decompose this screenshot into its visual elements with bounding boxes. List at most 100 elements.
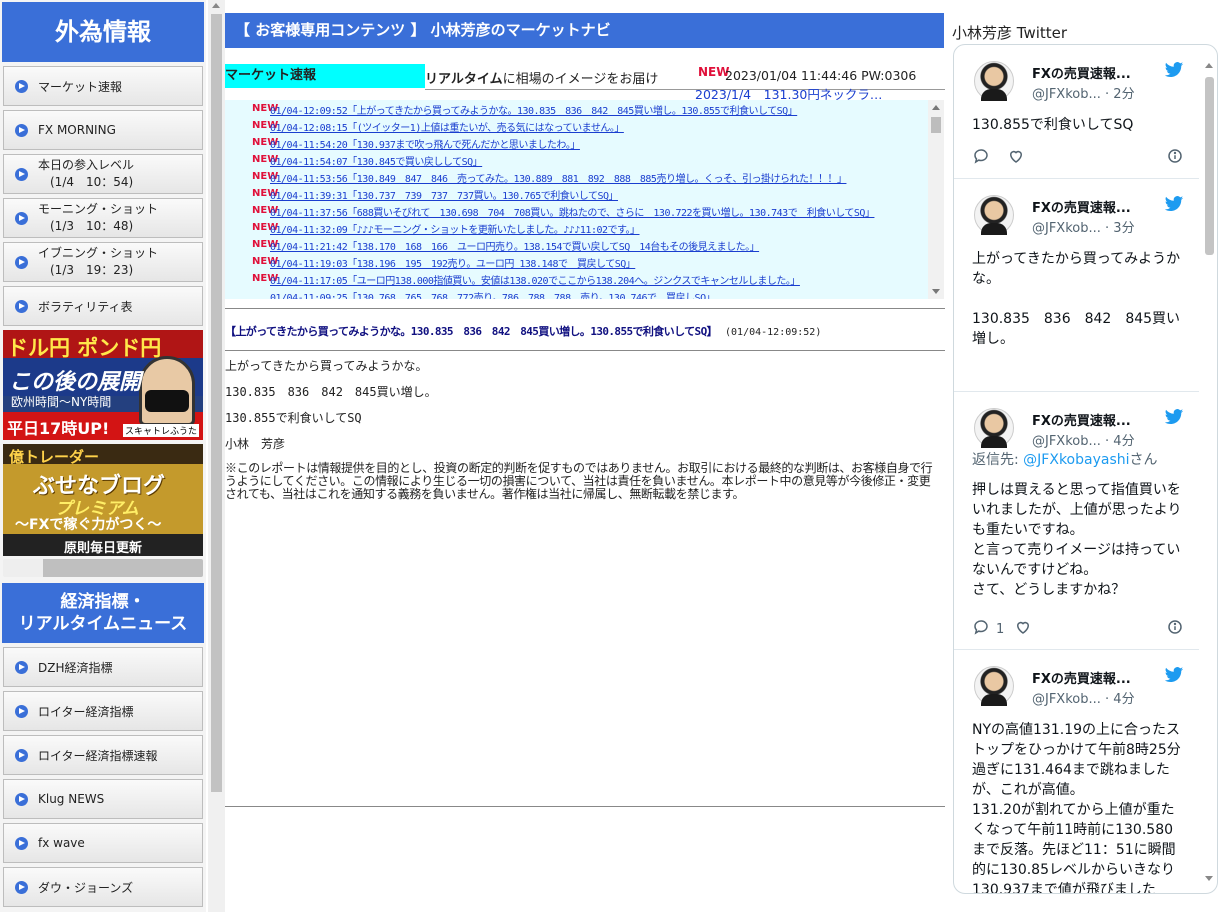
news-link[interactable]: 01/04-11:32:09「♪♪♪モーニング・ショットを更新いたしました。♪♪… [270,222,640,239]
tweet-author-name[interactable]: FXの売買速報... [1032,197,1131,216]
sidebar-scrollbar[interactable] [208,0,225,912]
sidebar-item-date: (1/3 10：48) [50,219,134,233]
avatar[interactable] [974,61,1014,101]
sidebar-item-fx-morning[interactable]: FX MORNING [3,110,203,150]
news-scrollbar[interactable] [928,100,944,299]
tweet-author-name[interactable]: FXの売買速報... [1032,63,1131,82]
twitter-panel: 小林芳彦 Twitter FXの売買速報... @JFXkob... · 2分 13… [952,0,1220,912]
tweet-time[interactable]: · 3分 [1105,221,1135,236]
tweet-author-handle[interactable]: @JFXkob... · 4分 [1032,688,1135,707]
tweet[interactable]: FXの売買速報... @JFXkob... · 4分 NYの高値131.19の上に合… [954,650,1199,893]
news-link[interactable]: 01/04-11:39:31「130.737 739 737 737買い。130… [270,188,619,205]
status-row: マーケット速報 リアルタイムに相場のイメージをお届け NEW 2023/01/0… [225,64,945,102]
sidebar-item-label: ロイター経済指標 [38,704,134,719]
report-author: 小林 芳彦 [225,437,286,451]
tweet-time[interactable]: · 2分 [1105,87,1135,102]
news-link[interactable]: 01/04-11:37:56「688買いそびれて 130.698 704 708… [270,205,875,222]
banner-usdjpy-outlook[interactable]: ドル円 ポンド円 この後の展開 欧州時間～NY時間 平日17時UP! スキャトレ… [3,330,203,440]
report-line: 上がってきたから買ってみようかな。 [225,359,428,373]
news-link[interactable]: 01/04-11:09:25「130.768 765 768 772売り。786… [270,290,716,299]
scroll-up-icon[interactable] [1205,63,1213,68]
twitter-bird-icon[interactable] [1164,667,1184,683]
news-list: NEW 01/04-12:09:52「上がってきたから買ってみようかな。130.8… [252,103,932,299]
news-link[interactable]: 01/04-11:17:05「ユーロ円138.000指値買い。安値は138.02… [270,273,800,290]
tweet-text: 上がってきたから買ってみようかな。 130.835 836 842 845買い増… [972,251,1181,347]
arrow-bullet-icon [15,660,28,674]
news-item: NEW 01/04-11:53:56「130.849 847 846 売ってみた。… [252,171,932,188]
twitter-bird-icon[interactable] [1164,196,1184,212]
tweet-time[interactable]: · 4分 [1105,692,1135,707]
reply-button[interactable]: 1 [972,618,1004,640]
handle-text: @JFXkob... [1032,692,1101,707]
sidebar-item-dzh[interactable]: DZH経済指標 [3,647,203,687]
info-button[interactable] [1166,618,1184,640]
timeline-scrollbar[interactable] [1203,61,1215,881]
sidebar-item-volatility[interactable]: ボラティリティ表 [3,286,203,326]
banner-tag: スキャトレふうた [122,424,199,437]
sidebar-item-label: ボラティリティ表 [38,299,133,314]
twitter-timeline[interactable]: FXの売買速報... @JFXkob... · 2分 130.855で利食いしてSQ… [953,44,1218,894]
sidebar-item-morning-shot[interactable]: モーニング・ショット (1/3 10：48) [3,198,203,238]
news-item: NEW 01/04-11:37:56「688買いそびれて 130.698 704 … [252,205,932,222]
news-link[interactable]: 01/04-11:21:42「138.170 168 166 ユーロ円売り。13… [270,239,760,256]
tweet-author-handle[interactable]: @JFXkob... · 2分 [1032,83,1135,102]
scroll-down-icon[interactable] [1205,876,1213,881]
twitter-bird-icon[interactable] [1164,62,1184,78]
arrow-bullet-icon [15,880,28,894]
avatar[interactable] [974,195,1014,235]
news-item: NEW 01/04-11:39:31「130.737 739 737 737買い。… [252,188,932,205]
tweet-time[interactable]: · 4分 [1105,434,1135,449]
info-button[interactable] [1166,147,1184,169]
scroll-up-icon[interactable] [212,3,220,8]
tweet-author-name[interactable]: FXの売買速報... [1032,410,1131,429]
scrollbar-thumb[interactable] [211,14,222,792]
news-ticker-box: NEW 01/04-12:09:52「上がってきたから買ってみようかな。130.8… [225,100,944,299]
banner-divider [3,559,203,577]
tweet[interactable]: FXの売買速報... @JFXkob... · 3分上がってきたから買ってみようか… [954,179,1199,392]
banner-heading: 億トレーダー [9,448,100,466]
like-button[interactable] [1007,147,1031,169]
news-item: 01/04-11:09:25「130.768 765 768 772売り。786… [252,290,932,299]
news-link[interactable]: 01/04-11:54:20「130.937まで吹っ飛んで死んだかと思いましたわ… [270,137,580,154]
sidebar-item-entry-level[interactable]: 本日の参入レベル (1/4 10：54) [3,154,203,194]
news-link[interactable]: 01/04-11:54:07「130.845で買い戻ししてSQ」 [270,154,483,171]
reply-suffix: さん [1129,452,1158,468]
sidebar-item-reuters-flash[interactable]: ロイター経済指標速報 [3,735,203,775]
reply-button[interactable] [972,147,996,169]
tweet[interactable]: FXの売買速報... @JFXkob... · 4分 返信先: @JFXkobaya… [954,392,1199,650]
headline-time: (01/04-12:09:52) [725,327,822,338]
sidebar-item-reuters-indicators[interactable]: ロイター経済指標 [3,691,203,731]
arrow-bullet-icon [15,123,28,137]
tweet-author-name[interactable]: FXの売買速報... [1032,668,1131,687]
tweet[interactable]: FXの売買速報... @JFXkob... · 2分 130.855で利食いしてSQ [954,45,1199,179]
sidebar-item-evening-shot[interactable]: イブニング・ショット (1/3 19：23) [3,242,203,282]
tweet-author-handle[interactable]: @JFXkob... · 4分 [1032,430,1135,449]
news-link[interactable]: 01/04-11:19:03「138.196 195 192売り。ユーロ円 13… [270,256,636,273]
mention-link[interactable]: @JFXkobayashi [1023,452,1129,468]
reply-icon [972,147,990,169]
twitter-bird-icon[interactable] [1164,409,1184,425]
sidebar-item-klug[interactable]: Klug NEWS [3,779,203,819]
tweet-author-handle[interactable]: @JFXkob... · 3分 [1032,217,1135,236]
news-link[interactable]: 01/04-12:08:15「(ツイッター1)上値は重たいが、売る気にはなってい… [270,120,624,137]
scrollbar-thumb[interactable] [931,117,941,133]
scroll-up-icon[interactable] [932,105,940,110]
headline-text: 【上がってきたから買ってみようかな。130.835 836 842 845買い増… [225,325,718,338]
sidebar-item-market-flash[interactable]: マーケット速報 [3,66,203,106]
news-link[interactable]: 01/04-12:09:52「上がってきたから買ってみようかな。130.835 … [270,103,798,120]
sidebar-item-label: マーケット速報 [38,79,123,94]
avatar[interactable] [974,666,1014,706]
arrow-bullet-icon [15,792,28,806]
heart-icon [1007,147,1025,169]
sidebar-item-dow-jones[interactable]: ダウ・ジョーンズ [3,867,203,907]
like-button[interactable] [1014,618,1038,640]
avatar[interactable] [974,408,1014,448]
scrollbar-thumb[interactable] [1205,77,1214,255]
banner-heading: ドル円 ポンド円 [7,336,162,360]
sidebar-item-label: FX MORNING [38,123,116,137]
news-header-line2: リアルタイムニュース [18,614,188,634]
sidebar-item-fxwave[interactable]: fx wave [3,823,203,863]
banner-busena-blog[interactable]: 億トレーダー ぶせなブログ プレミアム ～FXで稼ぐ力がつく～ 原則毎日更新 [3,444,203,556]
news-link[interactable]: 01/04-11:53:56「130.849 847 846 売ってみた。130… [270,171,847,188]
scroll-down-icon[interactable] [932,289,940,294]
